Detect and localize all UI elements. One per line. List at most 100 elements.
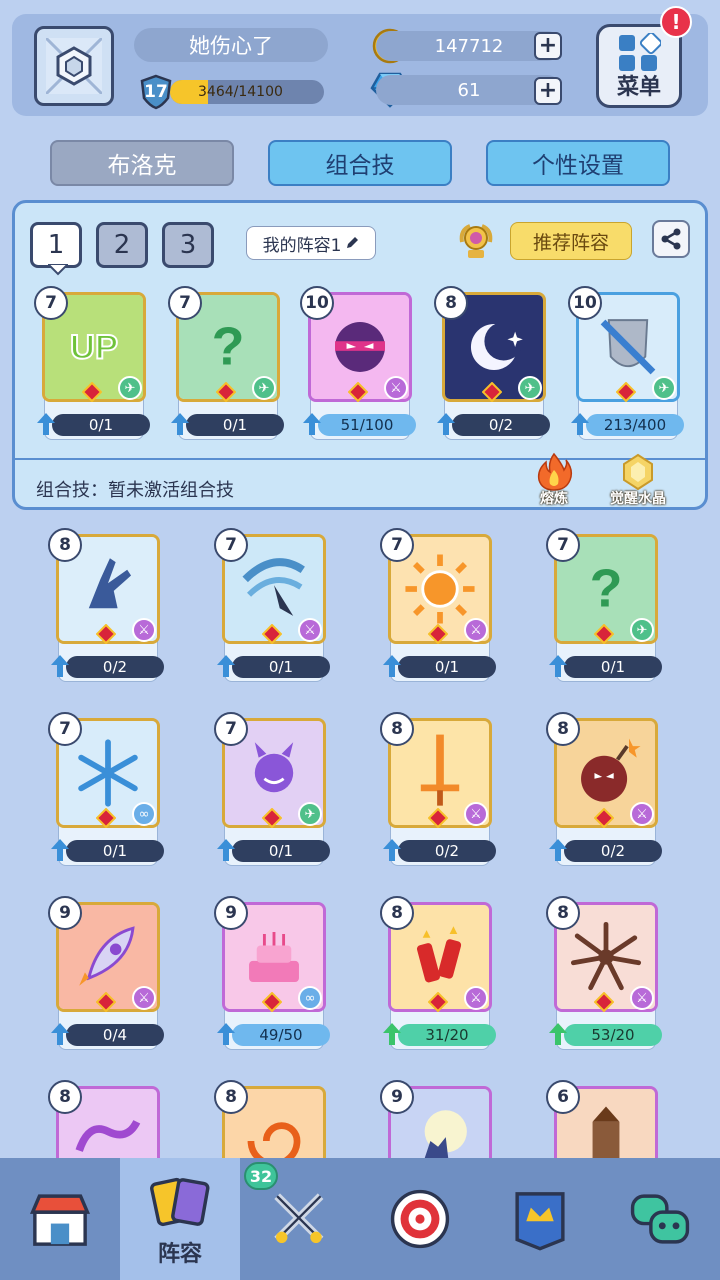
upgrade-arrow-icon: [217, 1023, 235, 1045]
skill-card[interactable]: 8 ⚔ 0/2: [546, 712, 662, 870]
skill-card[interactable]: 7 ✈ 0/1: [214, 712, 330, 870]
wing-type-icon: ✈: [118, 376, 142, 400]
skill-card[interactable]: 10 ⚔ 51/100: [300, 286, 416, 444]
upgrade-arrow-icon: [171, 413, 189, 435]
cube-avatar-icon: [46, 38, 102, 94]
tab-personal-settings[interactable]: 个性设置: [486, 140, 670, 186]
pencil-icon: [347, 237, 359, 248]
player-avatar[interactable]: [34, 26, 114, 106]
ruby-icon: [482, 382, 502, 402]
menu-alert-badge: !: [660, 6, 692, 38]
skill-card[interactable]: 8 ⚔ 53/20: [546, 896, 662, 1054]
crystal-icon: [623, 453, 653, 491]
menu-grid-icon: [619, 33, 661, 71]
upgrade-arrow-icon: [217, 839, 235, 861]
upgrade-arrow-icon: [549, 655, 567, 677]
level-number: 17: [144, 82, 168, 102]
svg-text:UP: UP: [70, 329, 118, 367]
card-rank: 8: [380, 712, 414, 746]
ruby-icon: [262, 624, 282, 644]
battle-icon: [274, 1193, 324, 1243]
skill-card[interactable]: ? 7 ✈ 0/1: [168, 286, 284, 444]
wing-type-icon: ✈: [298, 802, 322, 826]
card-rank: 7: [214, 528, 248, 562]
slot-pointer-icon: [48, 264, 68, 276]
nav-banner[interactable]: [480, 1158, 600, 1280]
share-button[interactable]: [652, 220, 690, 258]
xp-bar: 3464/14100: [170, 80, 324, 104]
nav-shop[interactable]: [0, 1158, 120, 1280]
wing-type-icon: ✈: [630, 618, 654, 642]
recommend-lineup-button[interactable]: 推荐阵容: [510, 222, 632, 260]
skill-card[interactable]: 9 ∞ 49/50: [214, 896, 330, 1054]
upgrade-arrow-icon: [383, 839, 401, 861]
wing-type-icon: ✈: [252, 376, 276, 400]
chat-icon: [630, 1194, 690, 1244]
medal-icon[interactable]: [456, 220, 496, 260]
awaken-crystal-button[interactable]: 觉醒水晶: [598, 452, 678, 508]
skill-card[interactable]: 8 ⚔ 0/2: [380, 712, 496, 870]
upgrade-arrow-icon: [549, 839, 567, 861]
ruby-icon: [96, 624, 116, 644]
card-rank: 8: [214, 1080, 248, 1114]
crystal-label: 觉醒水晶: [610, 491, 666, 507]
card-rank: 9: [48, 896, 82, 930]
skill-card[interactable]: 8 ⚔ 0/2: [48, 528, 164, 686]
card-rank: 8: [48, 1080, 82, 1114]
card-progress: 0/4: [66, 1024, 164, 1046]
link-type-icon: ∞: [298, 986, 322, 1010]
skill-card[interactable]: 7 ⚔ 0/1: [214, 528, 330, 686]
lineup-slot-2[interactable]: 2: [96, 222, 148, 268]
xp-text: 3464/14100: [198, 84, 283, 100]
card-rank: 10: [300, 286, 334, 320]
ruby-icon: [216, 382, 236, 402]
ruby-icon: [594, 624, 614, 644]
card-rank: 7: [168, 286, 202, 320]
skill-card[interactable]: 7 ∞ 0/1: [48, 712, 164, 870]
ruby-icon: [82, 382, 102, 402]
svg-text:?: ?: [590, 558, 623, 618]
skill-card[interactable]: UP 7 ✈ 0/1: [34, 286, 150, 444]
card-rank: 8: [434, 286, 468, 320]
add-gems-button[interactable]: +: [534, 77, 562, 105]
card-progress: 0/2: [398, 840, 496, 862]
banner-icon: [515, 1192, 565, 1251]
skill-card[interactable]: 10 ✈ 213/400: [568, 286, 684, 444]
skill-card[interactable]: 9 ⚔ 0/4: [48, 896, 164, 1054]
tab-blocks[interactable]: 布洛克: [50, 140, 234, 186]
card-rank: 7: [34, 286, 68, 320]
nav-chat[interactable]: [600, 1158, 720, 1280]
upgrade-arrow-icon: [571, 413, 589, 435]
card-progress: 0/2: [564, 840, 662, 862]
skill-card[interactable]: 8 ⚔ 31/20: [380, 896, 496, 1054]
sword-type-icon: ⚔: [132, 618, 156, 642]
card-rank: 8: [380, 896, 414, 930]
sword-type-icon: ⚔: [384, 376, 408, 400]
lineup-slot-1[interactable]: 1: [30, 222, 82, 268]
ruby-icon: [594, 992, 614, 1012]
card-progress: 0/1: [66, 840, 164, 862]
card-progress: 51/100: [318, 414, 416, 436]
card-rank: 8: [546, 896, 580, 930]
upgrade-arrow-icon: [217, 655, 235, 677]
link-type-icon: ∞: [132, 802, 156, 826]
skill-card[interactable]: ? 7 ✈ 0/1: [546, 528, 662, 686]
lineup-name-field[interactable]: 我的阵容1: [246, 226, 376, 260]
card-progress: 0/1: [232, 840, 330, 862]
card-progress: 213/400: [586, 414, 684, 436]
ruby-icon: [428, 808, 448, 828]
upgrade-arrow-icon: [549, 1023, 567, 1045]
card-progress: 53/20: [564, 1024, 662, 1046]
nav-cards[interactable]: 阵容: [120, 1158, 240, 1280]
lineup-slot-3[interactable]: 3: [162, 222, 214, 268]
skill-card[interactable]: 7 ⚔ 0/1: [380, 528, 496, 686]
skill-card[interactable]: 8 ✈ 0/2: [434, 286, 550, 444]
sword-type-icon: ⚔: [464, 986, 488, 1010]
wing-type-icon: ✈: [518, 376, 542, 400]
nav-target[interactable]: [360, 1158, 480, 1280]
tab-combo[interactable]: 组合技: [268, 140, 452, 186]
smelt-button[interactable]: 熔炼: [514, 452, 594, 508]
card-rank: 8: [546, 712, 580, 746]
add-coins-button[interactable]: +: [534, 32, 562, 60]
sword-type-icon: ⚔: [630, 986, 654, 1010]
